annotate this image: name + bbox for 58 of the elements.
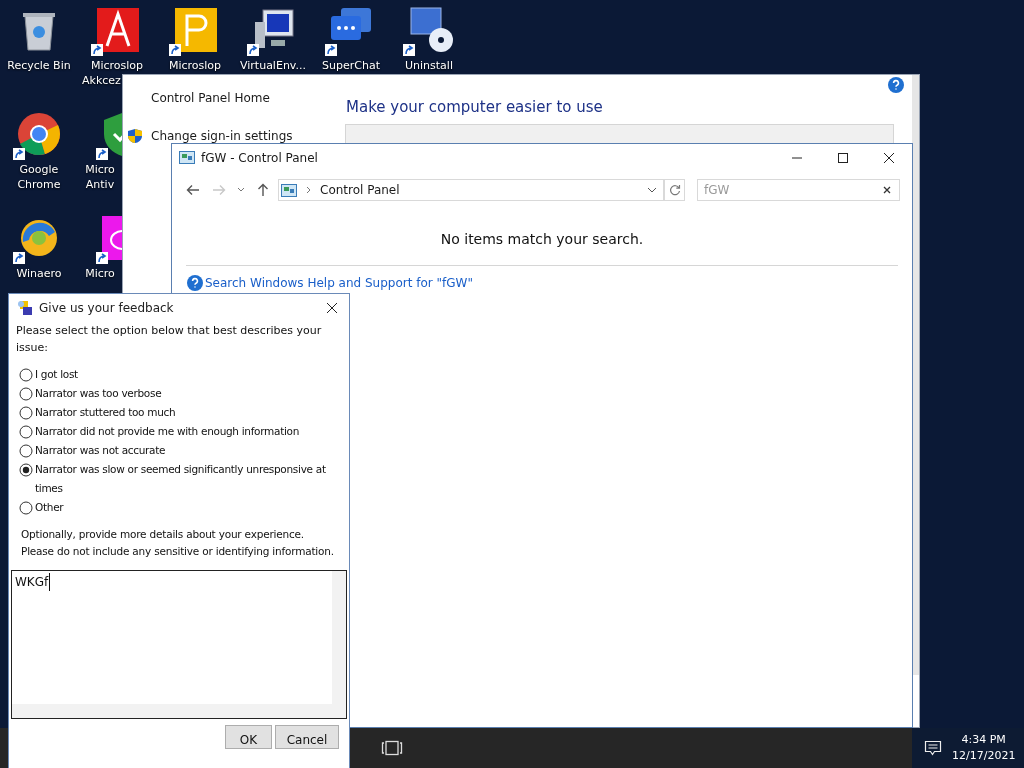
task-view-icon	[381, 740, 403, 756]
window-title: fGW - Control Panel	[201, 149, 318, 167]
breadcrumb[interactable]: Control Panel	[320, 181, 647, 199]
icon-label[interactable]: Google	[19, 162, 59, 177]
feedback-text-area[interactable]: WKGf	[11, 570, 347, 719]
close-icon	[883, 151, 895, 164]
icon-label[interactable]: Micro	[85, 162, 115, 177]
dialog-title: Give us your feedback	[39, 300, 175, 317]
horizontal-scrollbar[interactable]	[12, 704, 346, 718]
prompt-text: Please select the option below that best describes your issue:	[15, 323, 323, 356]
icon-label[interactable]: Uninstall	[405, 58, 453, 73]
chevron-right-icon	[306, 186, 312, 194]
icon-label[interactable]: Recycle Bin	[7, 58, 71, 73]
page-heading: Make your computer easier to use	[346, 97, 603, 118]
help-link[interactable]: Search Windows Help and Support for "fGW"	[205, 274, 473, 292]
search-text: fGW	[704, 182, 731, 199]
refresh-icon	[668, 184, 681, 196]
back-arrow-icon	[186, 184, 200, 196]
sidebar-link[interactable]: Control Panel Home	[151, 89, 270, 107]
icon-label[interactable]: Chrome	[17, 177, 61, 192]
radio-option[interactable]: Narrator was too verbose	[19, 384, 349, 403]
dialog-button[interactable]: OK	[225, 725, 272, 749]
icon-label[interactable]: Microslop	[168, 58, 222, 73]
radio-option[interactable]: I got lost	[19, 365, 349, 384]
control-panel-icon	[281, 182, 297, 198]
notification-icon	[924, 739, 942, 757]
radio-option[interactable]: Narrator stuttered too much	[19, 403, 349, 422]
icon-label[interactable]: Micro	[85, 266, 115, 281]
icon-label[interactable]: Winaero	[16, 266, 62, 281]
radio-option[interactable]: Narrator did not provide me with enough information	[19, 422, 349, 441]
icon-label[interactable]: SuperChat	[322, 58, 380, 73]
chevron-down-icon	[647, 187, 657, 193]
app-icon	[17, 300, 33, 316]
icon-label[interactable]: Microslop	[90, 58, 144, 73]
empty-message: No items match your search.	[439, 230, 645, 249]
address-bar[interactable]: Control Panel	[278, 179, 664, 201]
clear-icon	[883, 186, 891, 194]
close-icon	[326, 302, 338, 314]
sidebar-link[interactable]: Change sign-in settings	[151, 127, 293, 145]
vertical-scrollbar[interactable]	[332, 571, 346, 704]
radio-option[interactable]: Narrator was not accurate	[19, 441, 349, 460]
shield-icon	[127, 128, 143, 144]
help-icon	[187, 275, 203, 291]
control-panel-icon	[179, 150, 195, 165]
chrome-icon	[15, 110, 63, 158]
radio-option[interactable]: Narrator was slow or seemed significantly unresponsive at times	[19, 460, 349, 498]
chevron-down-icon	[237, 187, 245, 193]
help-icon	[888, 77, 904, 93]
details-text: Optionally, provide more details about your experience. Please do not include any sensitive or identifying information.	[20, 527, 335, 559]
icon-label[interactable]: VirtualEnv...	[240, 58, 306, 73]
maximize-icon	[837, 151, 849, 164]
forward-arrow-icon	[212, 184, 226, 196]
up-arrow-icon	[257, 183, 269, 197]
radio-option[interactable]: Other	[19, 498, 349, 517]
icon-label[interactable]: Akkcez	[82, 73, 121, 88]
icon-label[interactable]: Antiv	[85, 177, 115, 192]
refresh-button[interactable]	[664, 179, 685, 201]
dialog-button[interactable]: Cancel	[275, 725, 339, 749]
